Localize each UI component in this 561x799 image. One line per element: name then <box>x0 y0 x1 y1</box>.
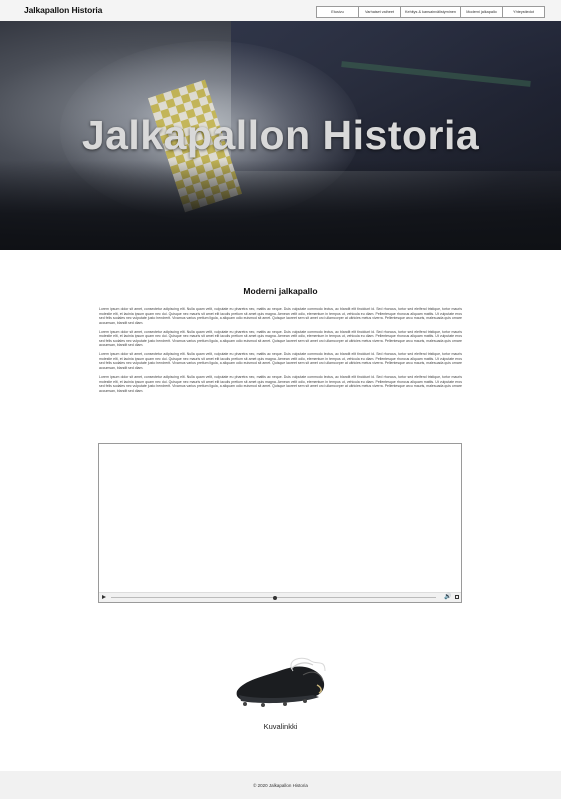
article-paragraph: Lorem ipsum dolor sit amet, consectetur … <box>99 307 462 325</box>
video-progress-handle[interactable] <box>273 595 277 600</box>
hero-title: Jalkapallon Historia <box>81 112 480 158</box>
football-boot-image <box>233 651 328 715</box>
hero-banner: Jalkapallon Historia <box>0 21 561 250</box>
nav-link-moderni-jalkapallo[interactable]: Moderni jalkapallo <box>460 6 503 18</box>
video-player[interactable]: 🔊 <box>98 443 462 603</box>
fullscreen-icon[interactable] <box>455 595 459 599</box>
article-paragraph: Lorem ipsum dolor sit amet, consectetur … <box>99 352 462 371</box>
article-body: Lorem ipsum dolor sit amet, consectetur … <box>99 307 462 398</box>
footer-copyright: © 2020 Jalkapallon Historia <box>253 783 308 788</box>
page-footer: © 2020 Jalkapallon Historia <box>0 771 561 799</box>
article-paragraph: Lorem ipsum dolor sit amet, consectetur … <box>99 329 462 348</box>
volume-icon[interactable]: 🔊 <box>444 594 451 601</box>
nav-link-yhteystiedot[interactable]: Yhteystiedot <box>502 6 545 18</box>
nav-link-varhaiset-vaiheet[interactable]: Varhaiset vaiheet <box>358 6 401 18</box>
main-nav: Etusivu Varhaiset vaiheet Kehitys & kans… <box>316 6 545 18</box>
play-icon[interactable] <box>102 595 106 599</box>
site-brand[interactable]: Jalkapallon Historia <box>24 5 102 15</box>
section-title: Moderni jalkapallo <box>243 286 318 296</box>
video-controls: 🔊 <box>99 592 461 602</box>
image-link-football-boot[interactable] <box>233 651 328 715</box>
nav-link-etusivu[interactable]: Etusivu <box>316 6 359 18</box>
top-navigation-bar: Jalkapallon Historia Etusivu Varhaiset v… <box>0 0 561 22</box>
hero-crowd-silhouette <box>0 160 561 250</box>
nav-link-kehitys[interactable]: Kehitys & kansainvälistyminen <box>400 6 461 18</box>
image-caption: Kuvalinkki <box>263 722 298 731</box>
article-paragraph: Lorem ipsum dolor sit amet, consectetur … <box>99 375 462 393</box>
